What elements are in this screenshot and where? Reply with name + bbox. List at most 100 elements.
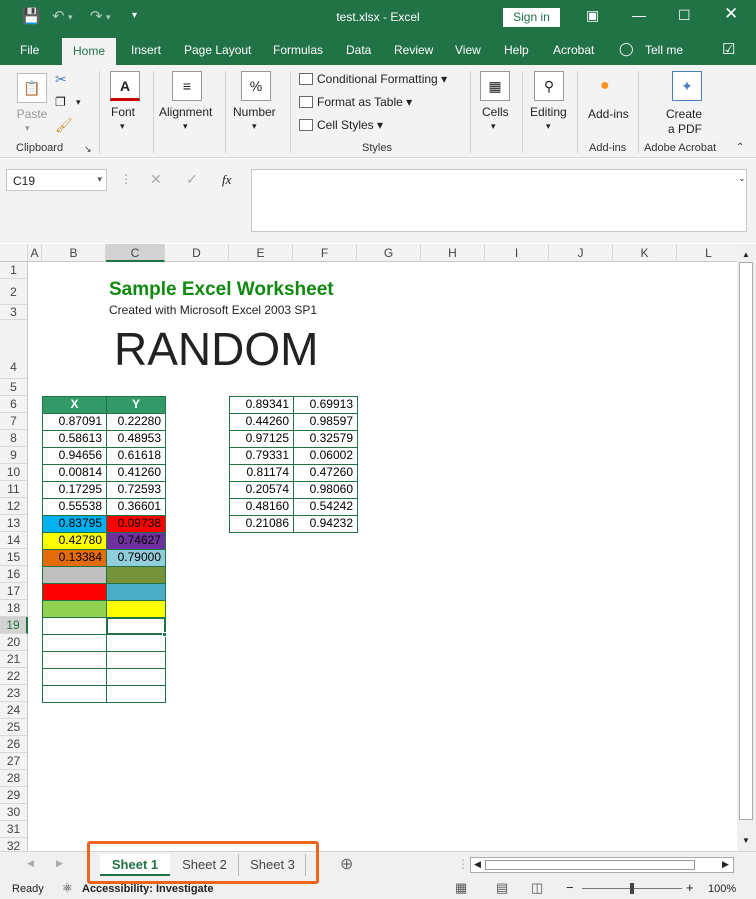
vertical-scrollbar[interactable]: ▲ ▼ bbox=[737, 244, 756, 851]
table-cell[interactable]: 0.55538 bbox=[42, 498, 107, 516]
table-cell[interactable]: 0.36601 bbox=[106, 498, 166, 516]
table-cell[interactable] bbox=[106, 583, 166, 601]
table-cell[interactable]: 0.83795 bbox=[42, 515, 107, 533]
row-header[interactable]: 3 bbox=[0, 305, 28, 320]
ribbon-display-icon[interactable]: ▣ bbox=[586, 7, 599, 24]
paste-icon[interactable]: 📋 bbox=[17, 73, 47, 103]
table-cell[interactable]: 0.00814 bbox=[42, 464, 107, 482]
row-header[interactable]: 28 bbox=[0, 770, 28, 787]
table-cell[interactable]: 0.20574 bbox=[229, 481, 294, 499]
row-header[interactable]: 9 bbox=[0, 447, 28, 464]
collapse-ribbon-icon[interactable]: ⌃ bbox=[736, 142, 744, 153]
column-header-h[interactable]: H bbox=[421, 244, 485, 262]
table-cell[interactable] bbox=[42, 617, 107, 635]
active-cell[interactable] bbox=[106, 617, 166, 635]
copy-icon[interactable]: ❐ bbox=[55, 95, 66, 109]
tab-formulas[interactable]: Formulas bbox=[273, 43, 323, 57]
table-cell[interactable]: 0.74627 bbox=[106, 532, 166, 550]
row-header[interactable]: 11 bbox=[0, 481, 28, 498]
tab-view[interactable]: View bbox=[455, 43, 481, 57]
tell-me-search[interactable]: Tell me bbox=[645, 43, 683, 57]
name-box[interactable]: C19 ▾ bbox=[6, 169, 107, 191]
font-dropdown-icon[interactable]: ▾ bbox=[120, 121, 125, 132]
alignment-button[interactable]: Alignment bbox=[159, 105, 212, 119]
tab-home[interactable]: Home bbox=[62, 38, 116, 65]
row-header[interactable]: 22 bbox=[0, 668, 28, 685]
cancel-icon[interactable]: ✕ bbox=[150, 171, 162, 188]
table-cell[interactable]: 0.94232 bbox=[293, 515, 358, 533]
paste-button[interactable]: Paste bbox=[16, 107, 48, 121]
search-icon[interactable]: ⚲ bbox=[534, 71, 564, 101]
copy-dropdown-icon[interactable]: ▾ bbox=[76, 97, 81, 108]
accessibility-status[interactable]: Accessibility: Investigate bbox=[82, 883, 213, 895]
horizontal-scrollbar[interactable]: ◀ ▶ bbox=[470, 857, 734, 873]
table-cell[interactable] bbox=[42, 583, 107, 601]
number-button[interactable]: Number bbox=[233, 105, 276, 119]
row-header[interactable]: 24 bbox=[0, 702, 28, 719]
column-header-b[interactable]: B bbox=[42, 244, 106, 262]
row-header[interactable]: 10 bbox=[0, 464, 28, 481]
normal-view-icon[interactable]: ▦ bbox=[455, 880, 467, 896]
table-cell[interactable]: 0.98597 bbox=[293, 413, 358, 431]
page-break-view-icon[interactable]: ◫ bbox=[531, 880, 543, 896]
zoom-level[interactable]: 100% bbox=[708, 883, 736, 895]
table-cell[interactable]: 0.97125 bbox=[229, 430, 294, 448]
row-header[interactable]: 23 bbox=[0, 685, 28, 702]
table-cell[interactable]: 0.48953 bbox=[106, 430, 166, 448]
conditional-formatting-button[interactable]: Conditional Formatting ▾ bbox=[299, 72, 447, 86]
row-header[interactable]: 19 bbox=[0, 617, 28, 634]
table-cell[interactable]: 0.69913 bbox=[293, 396, 358, 414]
row-header[interactable]: 16 bbox=[0, 566, 28, 583]
add-ins-icon[interactable]: ● bbox=[600, 77, 610, 95]
sheet-subtitle[interactable]: Created with Microsoft Excel 2003 SP1 bbox=[109, 303, 317, 317]
row-header[interactable]: 7 bbox=[0, 413, 28, 430]
row-header[interactable]: 31 bbox=[0, 821, 28, 838]
column-header-i[interactable]: I bbox=[485, 244, 549, 262]
column-header-e[interactable]: E bbox=[229, 244, 293, 262]
table-cell[interactable]: 0.22280 bbox=[106, 413, 166, 431]
table-cell[interactable]: 0.58613 bbox=[42, 430, 107, 448]
alignment-icon[interactable]: ≡ bbox=[172, 71, 202, 101]
table-cell[interactable]: 0.87091 bbox=[42, 413, 107, 431]
create-pdf-icon[interactable]: ✦ bbox=[672, 71, 702, 101]
table-cell[interactable]: 0.09738 bbox=[106, 515, 166, 533]
table-cell[interactable] bbox=[42, 651, 107, 669]
column-header-d[interactable]: D bbox=[165, 244, 229, 262]
x-header-cell[interactable]: X bbox=[42, 396, 107, 414]
table-cell[interactable]: 0.79000 bbox=[106, 549, 166, 567]
row-header[interactable]: 32 bbox=[0, 838, 28, 851]
prev-sheet-icon[interactable]: ◀ bbox=[27, 858, 34, 869]
table-cell[interactable]: 0.13384 bbox=[42, 549, 107, 567]
accessibility-icon[interactable]: ⚛ bbox=[62, 881, 73, 895]
row-header[interactable]: 2 bbox=[0, 279, 28, 305]
row-header[interactable]: 12 bbox=[0, 498, 28, 515]
add-ins-button[interactable]: Add-ins bbox=[588, 107, 629, 121]
table-cell[interactable] bbox=[106, 651, 166, 669]
table-cell[interactable]: 0.44260 bbox=[229, 413, 294, 431]
column-header-k[interactable]: K bbox=[613, 244, 677, 262]
row-header[interactable]: 20 bbox=[0, 634, 28, 651]
column-header-g[interactable]: G bbox=[357, 244, 421, 262]
number-format-icon[interactable]: % bbox=[241, 71, 271, 101]
table-cell[interactable]: 0.79331 bbox=[229, 447, 294, 465]
table-cell[interactable]: 0.61618 bbox=[106, 447, 166, 465]
cells-button[interactable]: Cells bbox=[482, 105, 509, 119]
table-cell[interactable]: 0.21086 bbox=[229, 515, 294, 533]
tab-insert[interactable]: Insert bbox=[131, 43, 161, 57]
column-header-l[interactable]: L bbox=[677, 244, 737, 262]
tab-review[interactable]: Review bbox=[394, 43, 433, 57]
table-cell[interactable] bbox=[42, 566, 107, 584]
formula-input[interactable] bbox=[251, 169, 747, 232]
editing-dropdown-icon[interactable]: ▾ bbox=[546, 121, 551, 132]
name-box-dropdown-icon[interactable]: ▾ bbox=[97, 174, 102, 185]
y-header-cell[interactable]: Y bbox=[106, 396, 166, 414]
table-cell[interactable]: 0.81174 bbox=[229, 464, 294, 482]
zoom-in-icon[interactable]: + bbox=[686, 880, 694, 895]
next-sheet-icon[interactable]: ▶ bbox=[56, 858, 63, 869]
row-header[interactable]: 30 bbox=[0, 804, 28, 821]
table-cell[interactable]: 0.42780 bbox=[42, 532, 107, 550]
clipboard-launcher-icon[interactable]: ↘ bbox=[84, 144, 92, 155]
scroll-down-icon[interactable]: ▼ bbox=[742, 836, 750, 845]
tab-data[interactable]: Data bbox=[346, 43, 371, 57]
table-cell[interactable]: 0.41260 bbox=[106, 464, 166, 482]
